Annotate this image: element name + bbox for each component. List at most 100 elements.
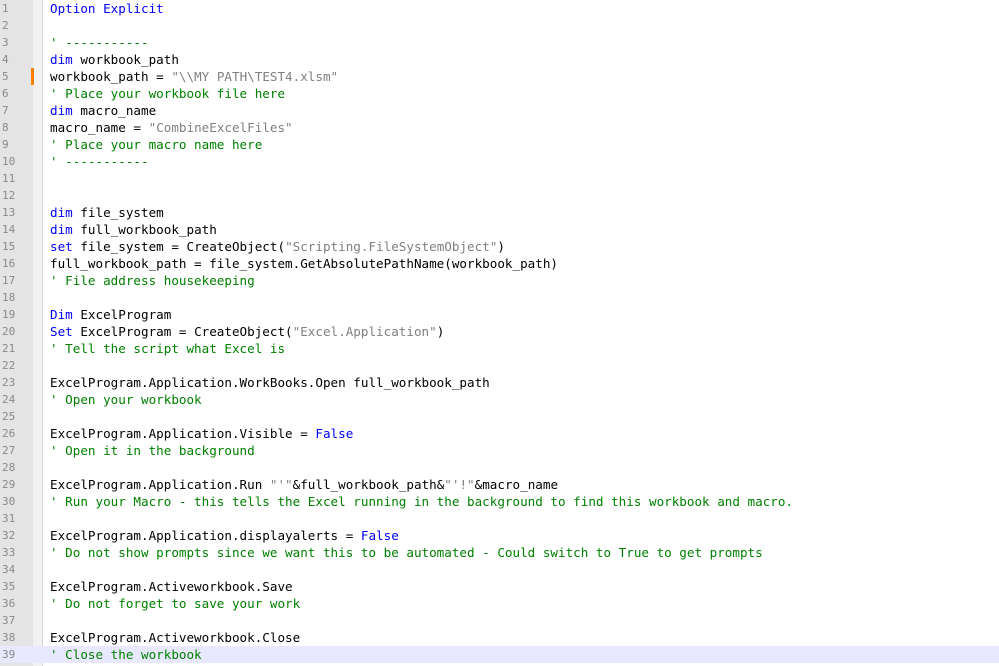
code-text[interactable]: ' Run your Macro - this tells the Excel … (50, 493, 793, 510)
code-line[interactable]: 38 ExcelProgram.Activeworkbook.Close (0, 629, 999, 646)
line-number: 38 (2, 631, 16, 644)
comment-token: ' Do not show prompts since we want this… (50, 545, 763, 560)
code-text[interactable]: ExcelProgram.Activeworkbook.Save (50, 578, 293, 595)
code-line[interactable]: 28 (0, 459, 999, 476)
code-text[interactable]: ExcelProgram.Application.Visible = False (50, 425, 353, 442)
code-line[interactable]: 22 (0, 357, 999, 374)
code-text[interactable]: dim file_system (50, 204, 164, 221)
code-line[interactable]: 16 full_workbook_path = file_system.GetAb… (0, 255, 999, 272)
code-token: ExcelProgram.Application.WorkBooks.Open … (50, 375, 490, 390)
code-line[interactable]: 39 ' Close the workbook (0, 646, 999, 663)
code-line[interactable]: 29 ExcelProgram.Application.Run "'"&full_… (0, 476, 999, 493)
code-text[interactable]: ' Do not forget to save your work (50, 595, 300, 612)
code-line[interactable]: 31 (0, 510, 999, 527)
code-line[interactable]: 1 Option Explicit (0, 0, 999, 17)
code-text[interactable]: ' ----------- (50, 34, 149, 51)
line-number: 24 (2, 393, 16, 406)
code-text[interactable]: Set ExcelProgram = CreateObject("Excel.A… (50, 323, 444, 340)
code-line[interactable]: 19 Dim ExcelProgram (0, 306, 999, 323)
code-line[interactable]: 13 dim file_system (0, 204, 999, 221)
code-text[interactable]: ' Do not show prompts since we want this… (50, 544, 763, 561)
code-line[interactable]: 4 dim workbook_path (0, 51, 999, 68)
code-line[interactable]: 20 Set ExcelProgram = CreateObject("Excel… (0, 323, 999, 340)
code-token: ) (497, 239, 505, 254)
code-line[interactable]: 7 dim macro_name (0, 102, 999, 119)
code-text[interactable]: ' Open your workbook (50, 391, 202, 408)
code-text[interactable]: ' Place your macro name here (50, 136, 262, 153)
code-text[interactable]: set file_system = CreateObject("Scriptin… (50, 238, 505, 255)
code-text[interactable]: Option Explicit (50, 0, 164, 17)
code-text[interactable]: ' Close the workbook (50, 646, 202, 663)
code-text[interactable]: Dim ExcelProgram (50, 306, 171, 323)
code-line[interactable]: 18 (0, 289, 999, 306)
code-text[interactable]: ExcelProgram.Application.WorkBooks.Open … (50, 374, 490, 391)
code-text[interactable]: dim macro_name (50, 102, 156, 119)
code-line[interactable]: 12 (0, 187, 999, 204)
comment-token: ' File address housekeeping (50, 273, 255, 288)
code-text[interactable]: full_workbook_path = file_system.GetAbso… (50, 255, 558, 272)
code-line[interactable]: 2 (0, 17, 999, 34)
code-text[interactable]: workbook_path = "\\MY PATH\TEST4.xlsm" (50, 68, 338, 85)
code-text[interactable]: dim full_workbook_path (50, 221, 217, 238)
code-line[interactable]: 35 ExcelProgram.Activeworkbook.Save (0, 578, 999, 595)
code-line[interactable]: 6 ' Place your workbook file here (0, 85, 999, 102)
code-text[interactable]: dim workbook_path (50, 51, 179, 68)
code-token: &macro_name (474, 477, 559, 492)
line-number: 15 (2, 240, 16, 253)
code-text[interactable]: ' ----------- (50, 153, 149, 170)
comment-token: ' Do not forget to save your work (50, 596, 301, 611)
line-number: 21 (2, 342, 16, 355)
line-number: 20 (2, 325, 16, 338)
code-line[interactable]: 14 dim full_workbook_path (0, 221, 999, 238)
line-number: 13 (2, 206, 16, 219)
code-line[interactable]: 26 ExcelProgram.Application.Visible = Fal… (0, 425, 999, 442)
keyword-token: Dim (50, 307, 73, 322)
code-text[interactable]: ' Open it in the background (50, 442, 255, 459)
modified-line-marker (31, 68, 34, 85)
string-token: "CombineExcelFiles" (148, 120, 293, 135)
code-line[interactable]: 25 (0, 408, 999, 425)
line-number: 19 (2, 308, 16, 321)
line-number: 25 (2, 410, 16, 423)
comment-token: ' ----------- (50, 154, 149, 169)
code-line[interactable]: 27 ' Open it in the background (0, 442, 999, 459)
code-line[interactable]: 17 ' File address housekeeping (0, 272, 999, 289)
line-number: 9 (2, 138, 9, 151)
code-line[interactable]: 5 workbook_path = "\\MY PATH\TEST4.xlsm" (0, 68, 999, 85)
keyword-token: set (50, 239, 73, 254)
code-token: macro_name = (50, 120, 149, 135)
code-text[interactable]: macro_name = "CombineExcelFiles" (50, 119, 293, 136)
code-text[interactable]: ' Tell the script what Excel is (50, 340, 285, 357)
code-text[interactable]: ' Place your workbook file here (50, 85, 285, 102)
code-line[interactable]: 37 (0, 612, 999, 629)
code-line[interactable]: 30 ' Run your Macro - this tells the Exce… (0, 493, 999, 510)
comment-token: ' Open it in the background (50, 443, 255, 458)
line-number: 33 (2, 546, 16, 559)
code-line[interactable]: 34 (0, 561, 999, 578)
code-text[interactable]: ExcelProgram.Application.Run "'"&full_wo… (50, 476, 558, 493)
code-line[interactable]: 23 ExcelProgram.Application.WorkBooks.Ope… (0, 374, 999, 391)
string-token: "\\MY PATH\TEST4.xlsm" (171, 69, 339, 84)
keyword-token: False (360, 528, 399, 543)
line-number: 12 (2, 189, 16, 202)
code-token: ExcelProgram.Activeworkbook.Save (50, 579, 293, 594)
code-line[interactable]: 24 ' Open your workbook (0, 391, 999, 408)
code-editor[interactable]: 1 Option Explicit 2 3 ' ----------- 4 dim work… (0, 0, 999, 666)
code-line[interactable]: 8 macro_name = "CombineExcelFiles" (0, 119, 999, 136)
code-line[interactable]: 32 ExcelProgram.Application.displayalerts… (0, 527, 999, 544)
code-line[interactable]: 3 ' ----------- (0, 34, 999, 51)
code-line[interactable]: 10 ' ----------- (0, 153, 999, 170)
code-line[interactable]: 33 ' Do not show prompts since we want th… (0, 544, 999, 561)
code-text[interactable]: ExcelProgram.Activeworkbook.Close (50, 629, 300, 646)
code-text[interactable]: ExcelProgram.Application.displayalerts =… (50, 527, 399, 544)
code-line[interactable]: 11 (0, 170, 999, 187)
comment-token: ' Place your macro name here (50, 137, 263, 152)
code-text[interactable]: ' File address housekeeping (50, 272, 255, 289)
code-line[interactable]: 15 set file_system = CreateObject("Script… (0, 238, 999, 255)
code-token: file_system = CreateObject( (72, 239, 286, 254)
code-line[interactable]: 36 ' Do not forget to save your work (0, 595, 999, 612)
code-line[interactable]: 21 ' Tell the script what Excel is (0, 340, 999, 357)
line-number: 28 (2, 461, 16, 474)
code-token: full_workbook_path = file_system.GetAbso… (50, 256, 558, 271)
code-line[interactable]: 9 ' Place your macro name here (0, 136, 999, 153)
